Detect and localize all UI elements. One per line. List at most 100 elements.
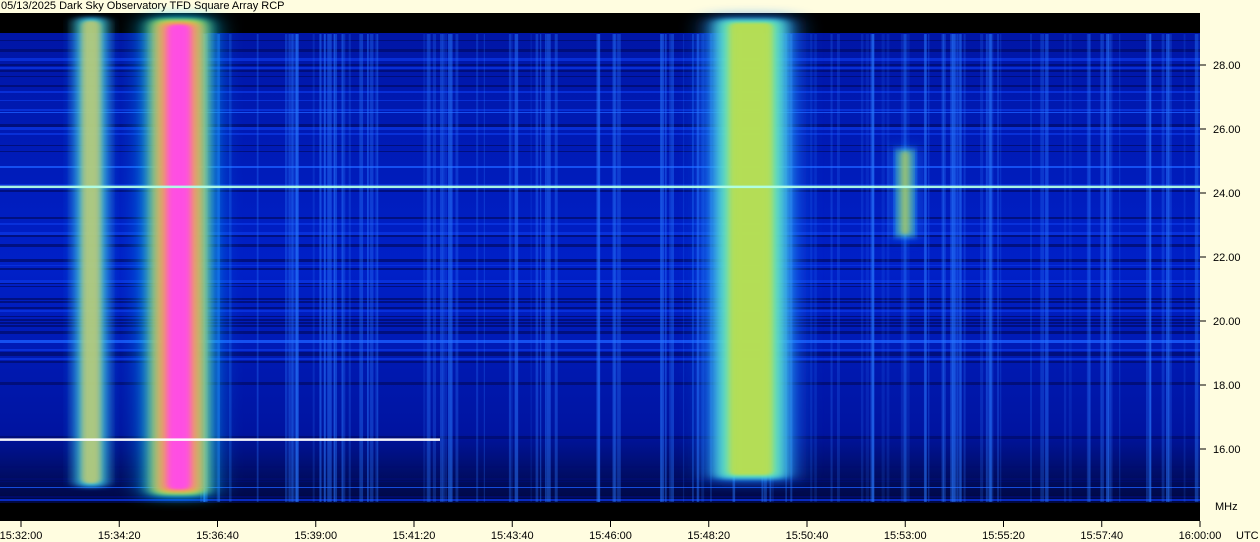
y-tick-label: 24.00 xyxy=(1213,188,1241,200)
streak xyxy=(1063,34,1067,502)
streak xyxy=(951,34,956,502)
streak xyxy=(960,34,962,502)
streak xyxy=(1105,34,1110,502)
streak xyxy=(1068,34,1072,502)
streak xyxy=(997,34,1000,502)
streak xyxy=(1109,34,1113,502)
streak xyxy=(871,34,875,502)
x-tick-label: 15:39:00 xyxy=(294,530,337,542)
streak xyxy=(476,34,479,502)
streak xyxy=(359,34,364,502)
streak xyxy=(376,34,379,502)
x-tick-label: 15:53:00 xyxy=(884,530,927,542)
streak xyxy=(448,34,450,502)
x-tick-label: 15:46:00 xyxy=(589,530,632,542)
streak xyxy=(329,34,332,502)
streak xyxy=(256,34,259,502)
streak xyxy=(1198,34,1200,502)
y-tick-label: 18.00 xyxy=(1213,380,1241,392)
streak xyxy=(836,34,840,502)
y-tick-label: 22.00 xyxy=(1213,252,1241,264)
streak xyxy=(664,34,667,502)
streak xyxy=(554,34,558,502)
streak xyxy=(426,34,430,502)
streak xyxy=(483,34,485,502)
x-tick-label: 15:48:20 xyxy=(687,530,730,542)
streak xyxy=(988,34,992,502)
streak xyxy=(535,34,539,502)
streak xyxy=(830,34,833,502)
streak xyxy=(692,34,694,502)
y-tick-label: 28.00 xyxy=(1213,60,1241,72)
x-tick-label: 15:32:00 xyxy=(0,530,42,542)
streak xyxy=(449,34,452,502)
streak xyxy=(1168,34,1172,502)
streak xyxy=(442,34,445,502)
streak xyxy=(445,34,447,502)
streak xyxy=(682,34,685,502)
y-tick-label: 16.00 xyxy=(1213,444,1241,456)
streak xyxy=(514,34,519,502)
streak xyxy=(614,34,617,502)
streak xyxy=(865,34,869,502)
streak xyxy=(1183,34,1186,502)
burst-3 xyxy=(708,17,793,481)
line-16.3-mhz xyxy=(0,438,440,441)
x-tick-label: 15:34:20 xyxy=(98,530,141,542)
streak xyxy=(546,34,551,502)
streak xyxy=(905,34,910,502)
streak xyxy=(327,34,331,502)
burst-4 xyxy=(898,145,913,241)
streak xyxy=(312,34,315,502)
streak xyxy=(886,34,890,502)
streak xyxy=(999,34,1002,502)
y-tick-label: 26.00 xyxy=(1213,124,1241,136)
streak xyxy=(963,34,966,502)
streak xyxy=(530,34,532,502)
streak xyxy=(924,34,927,502)
burst-2 xyxy=(147,17,211,497)
x-tick-label: 15:50:40 xyxy=(786,530,829,542)
y-axis: 16.00 18.00 20.00 22.00 24.00 26.00 28.00 xyxy=(1200,60,1241,456)
streak xyxy=(292,34,296,502)
streak xyxy=(367,34,370,502)
streak xyxy=(319,34,322,502)
x-tick-label: 15:57:40 xyxy=(1080,530,1123,542)
x-axis: 15:32:00 15:34:20 15:36:40 15:39:00 15:41:20… xyxy=(0,521,1221,542)
streak xyxy=(928,34,930,502)
streak xyxy=(814,34,817,502)
streak xyxy=(423,34,426,502)
streak xyxy=(343,34,346,502)
streak xyxy=(810,34,813,502)
streak xyxy=(286,34,288,502)
streak xyxy=(295,34,299,502)
streak xyxy=(333,34,338,502)
streak xyxy=(957,34,959,502)
x-tick-label: 15:41:20 xyxy=(393,530,436,542)
streak xyxy=(617,34,621,502)
streak xyxy=(323,34,325,502)
streak xyxy=(660,34,665,502)
streak xyxy=(370,34,374,502)
streak xyxy=(341,34,344,502)
streak xyxy=(881,34,885,502)
y-axis-label: MHz xyxy=(1215,501,1238,513)
streak xyxy=(1040,34,1045,502)
burst-1 xyxy=(77,17,106,488)
streak xyxy=(1161,34,1165,502)
streak xyxy=(1045,34,1049,502)
spectrogram-chart: 15:32:00 15:34:20 15:36:40 15:39:00 15:41:20… xyxy=(0,13,1259,542)
x-tick-label: 15:55:20 xyxy=(982,530,1025,542)
streak xyxy=(1149,34,1151,502)
streak xyxy=(900,34,905,502)
streak xyxy=(1119,34,1121,502)
streak xyxy=(980,34,984,502)
streak xyxy=(696,34,700,502)
streak xyxy=(671,34,674,502)
streak xyxy=(701,34,705,502)
streak xyxy=(985,34,988,502)
streak xyxy=(1101,34,1104,502)
streak xyxy=(1194,34,1199,502)
streak xyxy=(539,34,542,502)
streak xyxy=(348,34,351,502)
